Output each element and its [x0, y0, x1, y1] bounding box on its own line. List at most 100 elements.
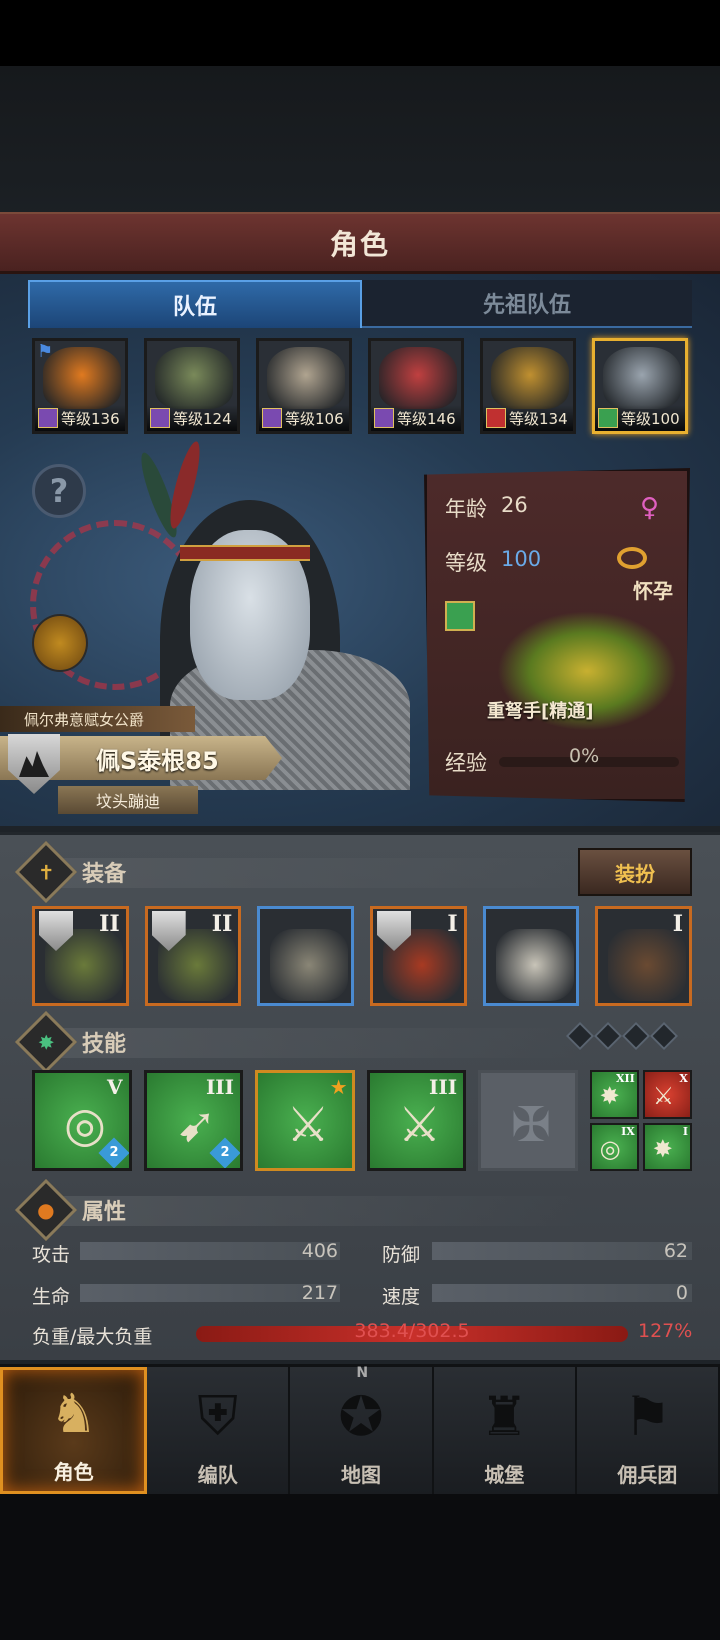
- exp-percent: 0%: [569, 745, 600, 767]
- class-icon: [486, 408, 506, 428]
- exp-bar: 0%: [499, 745, 679, 767]
- nav-label: 佣兵团: [617, 1463, 678, 1487]
- skill-slot[interactable]: ⚔ ★: [255, 1070, 355, 1171]
- skill-icon: ⚔: [398, 1097, 442, 1153]
- nav-item[interactable]: ♞ 角色: [0, 1367, 148, 1494]
- nav-item[interactable]: ⛨ 编队: [147, 1367, 291, 1494]
- skill-slot[interactable]: ⚔ III: [366, 1070, 467, 1171]
- page-title: 角色: [0, 212, 720, 274]
- party-member[interactable]: ⚑ 等级136: [32, 338, 128, 434]
- item-tier: II: [99, 911, 120, 937]
- equipment-slot[interactable]: I: [595, 906, 693, 1006]
- tab-team[interactable]: 队伍: [28, 280, 362, 328]
- class-icon: [445, 601, 475, 631]
- passive-skill-tier: X: [679, 1072, 688, 1085]
- skill-slot[interactable]: ➹ III 2: [143, 1070, 244, 1171]
- dress-up-button[interactable]: 装扮: [578, 848, 692, 896]
- item-tier: II: [211, 911, 233, 937]
- class-icon: [598, 408, 618, 428]
- nav-label: 编队: [197, 1463, 238, 1487]
- hero-headband: [180, 545, 310, 561]
- skill-tier: V: [106, 1075, 123, 1099]
- female-icon: ♀: [639, 493, 659, 523]
- member-portrait: [267, 347, 345, 409]
- attack-value: 406: [301, 1240, 338, 1262]
- help-icon[interactable]: ?: [32, 464, 86, 518]
- skill-badge-count: 2: [108, 1145, 119, 1160]
- nav-icon: ⚑: [623, 1384, 672, 1448]
- passive-skill[interactable]: ✸ I: [642, 1122, 692, 1171]
- level-label: 等级: [445, 551, 487, 575]
- cross-icon: ✝: [14, 840, 78, 904]
- skill-point-icon: [565, 1021, 595, 1051]
- party-member[interactable]: 等级106: [256, 338, 352, 434]
- passive-skills-grid: ✸ XII ⚔ X ◎ IX ✸ I: [589, 1070, 692, 1171]
- pregnant-status: 怀孕: [633, 579, 673, 603]
- nav-item[interactable]: ⚑ 佣兵团: [577, 1367, 720, 1494]
- attributes-title: 属性: [82, 1200, 127, 1225]
- age-row: 年龄 26: [445, 493, 528, 523]
- bottom-area: [0, 1494, 720, 1640]
- equipment-slot[interactable]: II: [144, 906, 242, 1006]
- class-icon: [38, 408, 58, 428]
- nav-icon: ⛨: [197, 1384, 239, 1447]
- age-value: 26: [501, 493, 528, 517]
- status-bar-area: [0, 0, 720, 66]
- nav-label: 城堡: [484, 1463, 525, 1487]
- equipment-slot[interactable]: [482, 906, 580, 1006]
- skills-header: ✸ 技能: [14, 1010, 126, 1074]
- passive-skill-tier: I: [682, 1124, 688, 1138]
- nav-item[interactable]: N ✪ 地图: [290, 1365, 434, 1494]
- speed-label: 速度: [382, 1286, 421, 1308]
- house-name: 坟头蹦迪: [58, 786, 198, 814]
- party-member[interactable]: 等级100: [592, 338, 688, 434]
- section-strip: [60, 858, 580, 888]
- tab-ancestor-team[interactable]: 先祖队伍: [362, 280, 692, 328]
- empty-skill-slot[interactable]: ✠: [478, 1070, 578, 1171]
- section-strip: [60, 1028, 580, 1058]
- equipment-slot[interactable]: [257, 906, 355, 1006]
- member-portrait: [491, 347, 569, 409]
- skill-point-icon: [621, 1021, 651, 1051]
- party-member[interactable]: 等级134: [480, 338, 576, 434]
- passive-skill[interactable]: ⚔ X: [642, 1070, 692, 1119]
- skill-badge: 2: [209, 1137, 241, 1168]
- class-icon: [150, 408, 170, 428]
- passive-skill[interactable]: ✸ XII: [589, 1070, 639, 1119]
- speed-value: 0: [675, 1282, 688, 1304]
- passive-skill[interactable]: ◎ IX: [589, 1122, 639, 1171]
- equipment-title: 装备: [82, 862, 127, 887]
- skill-slot[interactable]: ◎ V 2: [32, 1070, 132, 1171]
- potion-icon[interactable]: [32, 614, 88, 672]
- item-tier: I: [672, 911, 684, 937]
- game-screen: 角色 队伍 先祖队伍 ⚑ 等级136 等级124 等级106 等级146 等级134 等级1…: [0, 0, 720, 1640]
- party-member[interactable]: 等级124: [144, 338, 240, 434]
- class-name[interactable]: 重弩手[精通]: [487, 697, 593, 723]
- life-label: 生命: [32, 1286, 71, 1308]
- load-percent: 127%: [638, 1320, 693, 1342]
- member-portrait: [603, 347, 681, 409]
- member-portrait: [43, 347, 121, 409]
- equipment-item-art: [270, 929, 349, 1001]
- leader-flag-icon: ⚑: [37, 341, 54, 362]
- hero-title: 佩尔弗意赋女公爵: [0, 706, 195, 732]
- nav-icon: ♜: [479, 1384, 529, 1448]
- level-row: 等级 100: [445, 547, 541, 577]
- nav-label: 地图: [341, 1463, 381, 1487]
- equipment-header: ✝ 装备: [14, 840, 127, 904]
- nav-icon: ✪: [338, 1384, 384, 1448]
- party-member[interactable]: 等级146: [368, 338, 464, 434]
- skill-icon: ⚔: [286, 1097, 330, 1153]
- equipment-item-art: [495, 929, 574, 1001]
- person-icon: ●: [14, 1178, 78, 1242]
- class-icon: [374, 408, 394, 428]
- equipment-slot[interactable]: I: [370, 906, 467, 1006]
- level-value: 100: [501, 547, 542, 571]
- equipment-slot[interactable]: II: [32, 906, 129, 1006]
- item-tier: I: [447, 911, 458, 937]
- passive-skill-icon: ◎: [599, 1134, 621, 1163]
- nav-item[interactable]: ♜ 城堡: [434, 1367, 577, 1494]
- passive-skill-icon: ✸: [652, 1134, 673, 1163]
- skill-star-icon: ✸: [14, 1010, 78, 1074]
- passive-skill-tier: IX: [621, 1124, 635, 1138]
